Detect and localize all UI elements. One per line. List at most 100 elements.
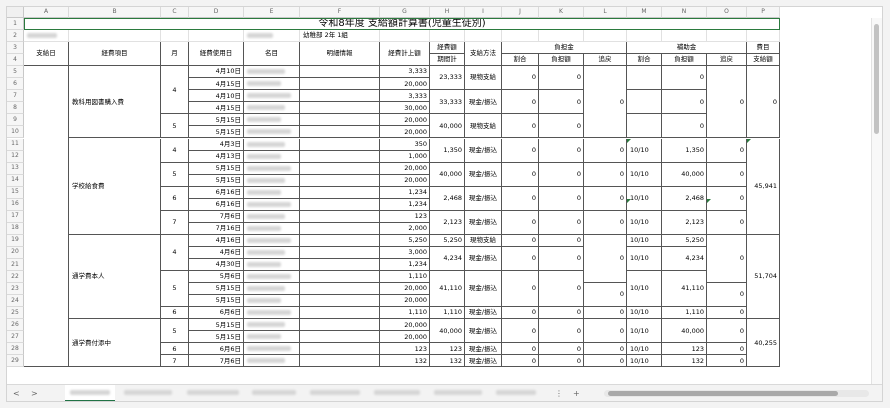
- header-period-total-1[interactable]: 経費額: [430, 42, 465, 55]
- subsidy-ratio-cell[interactable]: 10/10: [627, 186, 662, 211]
- row-header[interactable]: 18: [7, 222, 24, 235]
- name-cell[interactable]: [244, 331, 300, 344]
- header-usage-date[interactable]: 経費使用日: [189, 42, 244, 67]
- header-ratio[interactable]: 割合: [502, 54, 539, 67]
- burden-ratio-cell[interactable]: 0: [502, 271, 539, 308]
- period-total-cell[interactable]: 40,000: [430, 162, 465, 187]
- detail-cell[interactable]: [300, 234, 380, 247]
- subsidy-refund-cell[interactable]: 0: [707, 162, 747, 187]
- item-pay-total-cell[interactable]: 0: [747, 66, 780, 139]
- name-cell[interactable]: [244, 186, 300, 199]
- row-header[interactable]: 3: [7, 42, 24, 55]
- header-period-total-2[interactable]: 期間計: [430, 54, 465, 67]
- detail-cell[interactable]: [300, 186, 380, 199]
- month-cell[interactable]: 6: [161, 343, 189, 356]
- detail-cell[interactable]: [300, 295, 380, 308]
- month-cell[interactable]: 4: [161, 66, 189, 115]
- usage-date-cell[interactable]: 5月6日: [189, 271, 244, 284]
- name-cell[interactable]: [244, 355, 300, 368]
- column-header[interactable]: F: [300, 7, 380, 18]
- expense-amount-cell[interactable]: 20,000: [380, 295, 430, 308]
- header-expense-amount[interactable]: 経費計上額: [380, 42, 430, 67]
- pay-method-cell[interactable]: 現金/振込: [465, 138, 502, 163]
- row-header[interactable]: 23: [7, 283, 24, 296]
- name-cell[interactable]: [244, 222, 300, 235]
- name-cell[interactable]: [244, 234, 300, 247]
- sheet-tab-active[interactable]: [65, 385, 115, 401]
- sheet-tab[interactable]: [369, 385, 425, 400]
- usage-date-cell[interactable]: 6月6日: [189, 343, 244, 356]
- detail-cell[interactable]: [300, 162, 380, 175]
- burden-refund-cell[interactable]: 0: [584, 66, 627, 139]
- expense-amount-cell[interactable]: 3,333: [380, 90, 430, 103]
- cell[interactable]: [584, 30, 627, 43]
- expense-amount-cell[interactable]: 2,000: [380, 222, 430, 235]
- pay-method-cell[interactable]: 現金/振込: [465, 186, 502, 211]
- usage-date-cell[interactable]: 6月16日: [189, 198, 244, 211]
- burden-amount-cell[interactable]: 0: [539, 138, 584, 163]
- cell[interactable]: [747, 30, 780, 43]
- burden-amount-cell[interactable]: 0: [539, 114, 584, 139]
- detail-cell[interactable]: [300, 343, 380, 356]
- row-header[interactable]: 19: [7, 234, 24, 247]
- pay-method-cell[interactable]: 現金/振込: [465, 210, 502, 235]
- cell[interactable]: [502, 30, 539, 43]
- detail-cell[interactable]: [300, 355, 380, 368]
- pay-method-cell[interactable]: 現金/振込: [465, 271, 502, 308]
- horizontal-scroll-thumb[interactable]: [608, 391, 838, 396]
- usage-date-cell[interactable]: 5月15日: [189, 174, 244, 187]
- subsidy-refund-cell[interactable]: 0: [707, 283, 747, 308]
- row-header[interactable]: 22: [7, 271, 24, 284]
- header-expense-item[interactable]: 経費項目: [69, 42, 161, 67]
- cell[interactable]: [189, 30, 244, 43]
- row-header[interactable]: 9: [7, 114, 24, 127]
- name-cell[interactable]: [244, 210, 300, 223]
- class-label[interactable]: 幼稚部 2年 1組: [300, 30, 380, 43]
- usage-date-cell[interactable]: 7月6日: [189, 210, 244, 223]
- subsidy-amount-cell[interactable]: 41,110: [662, 271, 707, 308]
- burden-refund-cell[interactable]: 0: [584, 283, 627, 308]
- header-item-pay-2[interactable]: 支給額: [747, 54, 780, 67]
- row-header[interactable]: 21: [7, 259, 24, 272]
- cell[interactable]: [244, 30, 300, 43]
- name-cell[interactable]: [244, 126, 300, 139]
- header-refund[interactable]: 追戻: [707, 54, 747, 67]
- expense-amount-cell[interactable]: 20,000: [380, 126, 430, 139]
- usage-date-cell[interactable]: 5月15日: [189, 283, 244, 296]
- expense-amount-cell[interactable]: 20,000: [380, 78, 430, 91]
- detail-cell[interactable]: [300, 222, 380, 235]
- cell[interactable]: [380, 30, 430, 43]
- burden-ratio-cell[interactable]: 0: [502, 90, 539, 115]
- expense-amount-cell[interactable]: 1,234: [380, 259, 430, 272]
- period-total-cell[interactable]: 132: [430, 355, 465, 368]
- row-header[interactable]: 5: [7, 66, 24, 79]
- detail-cell[interactable]: [300, 174, 380, 187]
- burden-refund-cell[interactable]: 0: [584, 307, 627, 320]
- header-subsidy[interactable]: 補助金: [627, 42, 747, 55]
- prev-sheet-button[interactable]: <: [13, 389, 20, 398]
- pay-date-cell[interactable]: [24, 66, 69, 368]
- burden-amount-cell[interactable]: 0: [539, 210, 584, 235]
- detail-cell[interactable]: [300, 66, 380, 79]
- usage-date-cell[interactable]: 5月15日: [189, 331, 244, 344]
- burden-ratio-cell[interactable]: 0: [502, 66, 539, 91]
- vertical-scrollbar[interactable]: [871, 18, 882, 384]
- expense-amount-cell[interactable]: 1,110: [380, 271, 430, 284]
- detail-cell[interactable]: [300, 319, 380, 332]
- subsidy-refund-cell[interactable]: 0: [707, 355, 747, 368]
- usage-date-cell[interactable]: 4月15日: [189, 102, 244, 115]
- select-all-corner[interactable]: [7, 7, 24, 18]
- burden-amount-cell[interactable]: 0: [539, 343, 584, 356]
- header-refund[interactable]: 追戻: [584, 54, 627, 67]
- burden-amount-cell[interactable]: 0: [539, 66, 584, 91]
- header-ratio[interactable]: 割合: [627, 54, 662, 67]
- row-header[interactable]: 1: [7, 18, 24, 31]
- burden-ratio-cell[interactable]: 0: [502, 343, 539, 356]
- detail-cell[interactable]: [300, 283, 380, 296]
- row-header[interactable]: 7: [7, 90, 24, 103]
- subsidy-amount-cell[interactable]: 1,110: [662, 307, 707, 320]
- column-header[interactable]: G: [380, 7, 430, 18]
- name-cell[interactable]: [244, 283, 300, 296]
- name-cell[interactable]: [244, 162, 300, 175]
- usage-date-cell[interactable]: 7月16日: [189, 222, 244, 235]
